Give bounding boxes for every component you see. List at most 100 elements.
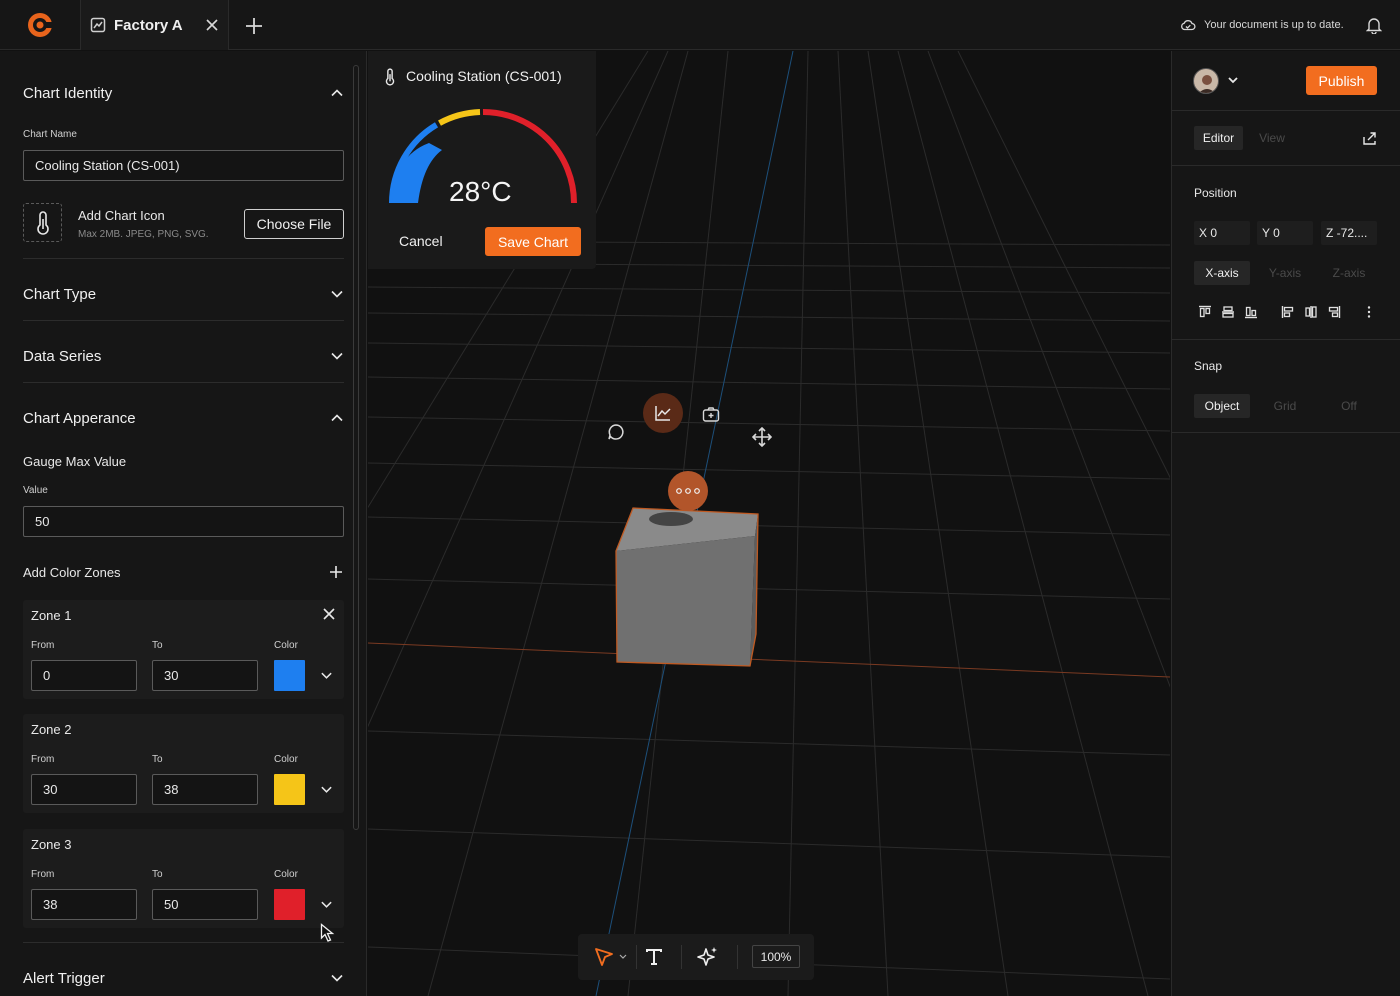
chart-name-input[interactable]: Cooling Station (CS-001) [23, 150, 344, 181]
chart-icon-preview[interactable] [23, 203, 62, 242]
align-bottom-icon[interactable] [1244, 305, 1258, 319]
coord-y-input[interactable]: Y 0 [1257, 221, 1313, 245]
align-middle-icon[interactable] [1221, 305, 1235, 319]
toolbar-divider [737, 945, 738, 969]
zone-title: Zone 3 [31, 837, 72, 852]
zone-from-input[interactable]: 38 [31, 889, 137, 920]
zoom-level[interactable]: 100% [752, 945, 800, 968]
3d-cube-object[interactable] [608, 506, 768, 671]
to-label: To [152, 754, 163, 765]
avatar[interactable] [1193, 68, 1219, 94]
zone-color-swatch[interactable] [274, 774, 305, 805]
more-options-button[interactable] [668, 471, 708, 511]
position-label: Position [1194, 186, 1237, 200]
section-title: Data Series [23, 347, 102, 365]
snap-grid[interactable]: Grid [1257, 394, 1313, 418]
properties-panel: Publish Editor View Position X 0 Y 0 Z -… [1171, 51, 1400, 996]
document-status: Your document is up to date. [1180, 17, 1344, 33]
add-tab-icon[interactable] [243, 15, 265, 37]
chevron-up-icon[interactable] [330, 86, 344, 100]
gauge-max-input[interactable]: 50 [23, 506, 344, 537]
save-chart-button[interactable]: Save Chart [485, 227, 581, 256]
remove-zone-icon[interactable] [323, 608, 335, 620]
chevron-up-icon[interactable] [330, 411, 344, 425]
section-data-series[interactable]: Data Series [23, 344, 344, 368]
tab-view[interactable]: View [1248, 126, 1296, 150]
camera-icon[interactable] [702, 406, 720, 423]
toolbar-divider [636, 945, 637, 969]
add-icon-label: Add Chart Icon [78, 208, 165, 223]
chevron-down-icon[interactable] [330, 971, 344, 985]
align-top-icon[interactable] [1198, 305, 1212, 319]
align-left-icon[interactable] [1281, 305, 1295, 319]
chevron-down-icon[interactable] [320, 669, 333, 682]
chevron-down-icon[interactable] [330, 287, 344, 301]
divider [23, 942, 344, 943]
chevron-down-icon[interactable] [320, 898, 333, 911]
coord-x-input[interactable]: X 0 [1194, 221, 1250, 245]
from-label: From [31, 754, 55, 765]
3d-viewport[interactable]: Cooling Station (CS-001) 28°C Cancel Sav… [368, 51, 1170, 996]
axis-y[interactable]: Y-axis [1257, 261, 1313, 285]
sparkle-icon[interactable] [697, 946, 719, 968]
gauge-value: 28°C [449, 176, 512, 207]
move-icon[interactable] [752, 427, 772, 447]
more-vertical-icon[interactable] [1367, 305, 1371, 319]
cancel-button[interactable]: Cancel [399, 233, 443, 249]
document-icon [90, 17, 106, 33]
bell-icon[interactable] [1366, 16, 1382, 34]
snap-off[interactable]: Off [1321, 394, 1377, 418]
chart-tool-button[interactable] [643, 393, 683, 433]
align-center-icon[interactable] [1304, 305, 1318, 319]
divider [23, 382, 344, 383]
divider [1172, 110, 1400, 111]
chevron-down-icon[interactable] [1227, 75, 1239, 85]
section-chart-appearance[interactable]: Chart Apperance [23, 406, 344, 430]
snap-object[interactable]: Object [1194, 394, 1250, 418]
chevron-down-icon[interactable] [619, 954, 627, 960]
zone-from-input[interactable]: 0 [31, 660, 137, 691]
snap-label: Snap [1194, 359, 1223, 373]
chevron-down-icon[interactable] [320, 783, 333, 796]
document-status-text: Your document is up to date. [1204, 19, 1344, 31]
chart-preview-card: Cooling Station (CS-001) 28°C Cancel Sav… [368, 51, 596, 269]
tab-editor[interactable]: Editor [1194, 126, 1243, 150]
zone-from-input[interactable]: 30 [31, 774, 137, 805]
choose-file-button[interactable]: Choose File [244, 209, 344, 239]
add-zone-icon[interactable] [329, 565, 343, 579]
panel-scrollbar[interactable] [353, 65, 359, 830]
section-chart-type[interactable]: Chart Type [23, 282, 344, 306]
gauge-max-label: Gauge Max Value [23, 454, 127, 469]
select-pointer-icon[interactable] [594, 947, 614, 967]
zone-title: Zone 2 [31, 722, 72, 737]
align-right-icon[interactable] [1327, 305, 1341, 319]
zone-color-swatch[interactable] [274, 889, 305, 920]
zone-to-input[interactable]: 50 [152, 889, 258, 920]
zone-to-input[interactable]: 38 [152, 774, 258, 805]
share-icon[interactable] [1362, 131, 1377, 146]
top-bar: Factory A Your document is up to date. [0, 0, 1400, 50]
section-chart-identity[interactable]: Chart Identity [23, 81, 344, 105]
coord-z-input[interactable]: Z -72.... [1321, 221, 1377, 245]
more-icon [676, 488, 700, 494]
app-logo[interactable] [0, 0, 81, 50]
user-avatar-icon [1194, 69, 1218, 93]
color-zone-3: Zone 3 From To Color 38 50 [23, 829, 344, 928]
divider [23, 258, 344, 259]
chat-icon[interactable] [607, 423, 625, 441]
text-tool-icon[interactable] [645, 948, 663, 966]
axis-z[interactable]: Z-axis [1321, 261, 1377, 285]
zone-color-swatch[interactable] [274, 660, 305, 691]
close-icon[interactable] [204, 17, 220, 33]
chevron-down-icon[interactable] [330, 349, 344, 363]
divider [23, 320, 344, 321]
color-zones-label: Add Color Zones [23, 565, 121, 580]
publish-button[interactable]: Publish [1306, 66, 1377, 95]
tab-factory-a[interactable]: Factory A [81, 0, 229, 50]
cloud-check-icon [1181, 20, 1196, 31]
section-alert-trigger[interactable]: Alert Trigger [23, 966, 344, 990]
section-title: Alert Trigger [23, 969, 105, 987]
zone-to-input[interactable]: 30 [152, 660, 258, 691]
axis-x[interactable]: X-axis [1194, 261, 1250, 285]
logo-icon [28, 13, 52, 37]
